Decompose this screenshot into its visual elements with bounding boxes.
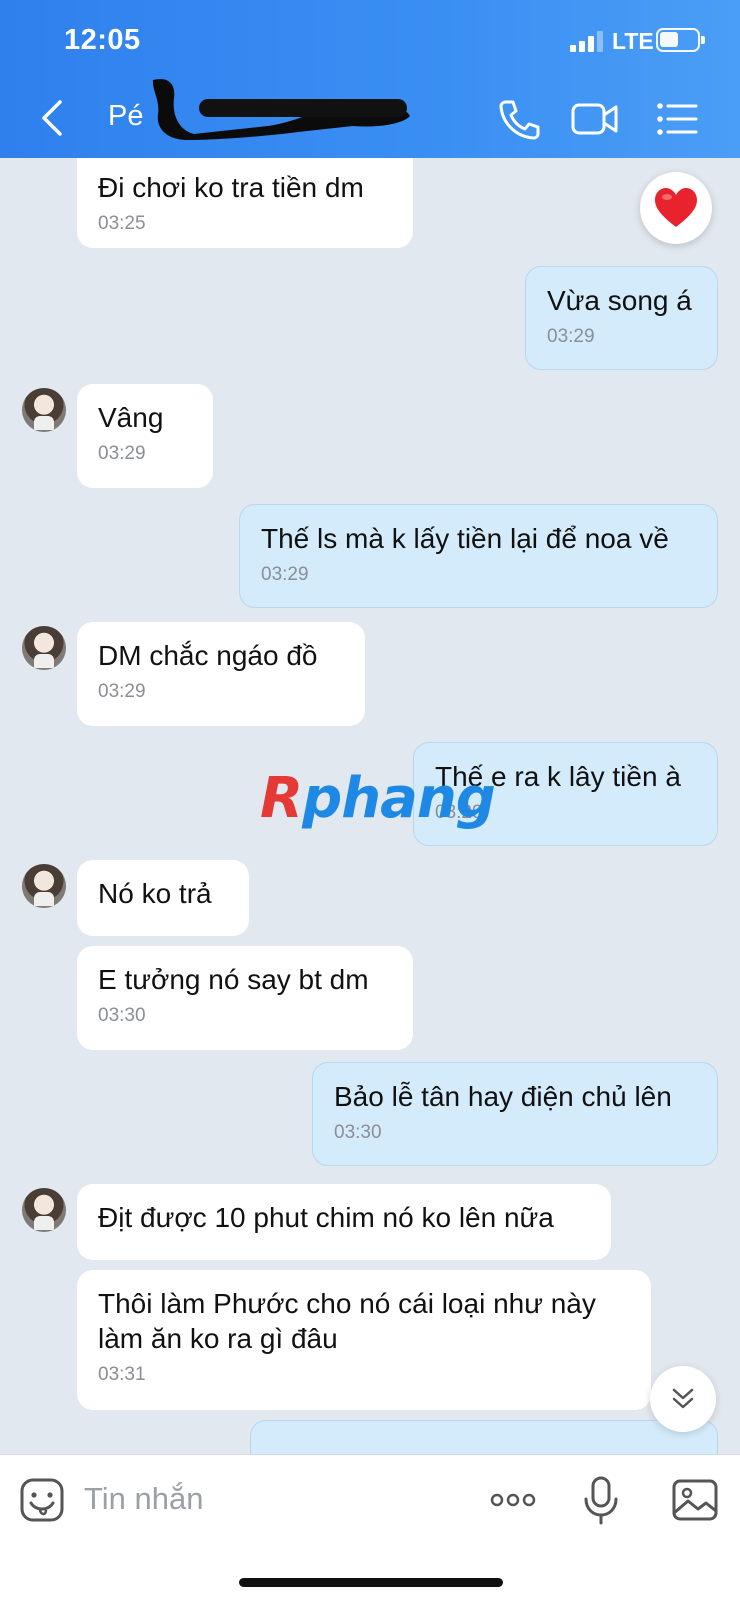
message-bubble-incoming[interactable]: Đi chơi ko tra tiền dm 03:25 <box>77 158 413 248</box>
more-button[interactable] <box>488 1475 538 1525</box>
avatar[interactable] <box>22 388 66 432</box>
avatar[interactable] <box>22 864 66 908</box>
watermark-logo: Rphang <box>260 766 496 831</box>
home-indicator[interactable] <box>239 1578 503 1587</box>
message-text: Thôi làm Phước cho nó cái loại như này l… <box>98 1288 596 1354</box>
avatar[interactable] <box>22 1188 66 1232</box>
message-bubble-incoming[interactable]: DM chắc ngáo đồ 03:29 <box>77 622 365 726</box>
message-time: 03:30 <box>98 1005 146 1026</box>
message-time: 03:29 <box>547 326 595 347</box>
message-text: DM chắc ngáo đồ <box>98 640 318 671</box>
network-label: LTE <box>612 28 654 54</box>
message-time: 03:30 <box>334 1122 382 1143</box>
message-text: Vừa song á <box>547 285 692 316</box>
message-bubble-incoming[interactable]: Thôi làm Phước cho nó cái loại như này l… <box>77 1270 651 1410</box>
battery-icon <box>656 28 705 52</box>
message-text: Bảo lễ tân hay điện chủ lên <box>334 1081 672 1112</box>
message-time: 03:25 <box>98 213 146 234</box>
reaction-button[interactable] <box>640 172 712 244</box>
message-text: Địt được 10 phut chim nó ko lên nữa <box>98 1202 554 1233</box>
message-bubble-incoming[interactable]: Vâng 03:29 <box>77 384 213 488</box>
message-text: Thế ls mà k lấy tiền lại để noa về <box>261 523 669 554</box>
message-bubble-incoming[interactable]: E tưởng nó say bt dm 03:30 <box>77 946 413 1050</box>
message-text: E tưởng nó say bt dm <box>98 964 369 995</box>
video-call-button[interactable] <box>570 94 620 144</box>
message-bubble-outgoing[interactable]: Bảo lễ tân hay điện chủ lên 03:30 <box>312 1062 718 1166</box>
message-time: 03:29 <box>98 443 146 464</box>
signal-icon <box>570 30 606 52</box>
message-text: Nó ko trả <box>98 878 212 909</box>
gallery-button[interactable] <box>670 1475 720 1525</box>
message-time: 03:29 <box>261 564 309 585</box>
message-input[interactable]: Tin nhắn <box>84 1477 464 1521</box>
avatar[interactable] <box>22 626 66 670</box>
message-text: Đi chơi ko tra tiền dm <box>98 172 364 203</box>
contact-name[interactable]: Pé <box>108 100 143 133</box>
sticker-button[interactable] <box>18 1475 68 1525</box>
microphone-button[interactable] <box>576 1475 626 1525</box>
heart-icon <box>655 188 697 227</box>
chat-header: 12:05 LTE Pé <box>0 0 740 158</box>
chevron-down-double-icon <box>672 1388 694 1409</box>
message-bubble-outgoing[interactable]: Thế ls mà k lấy tiền lại để noa về 03:29 <box>239 504 718 608</box>
scroll-to-bottom-button[interactable] <box>650 1366 716 1432</box>
redaction-scribble <box>152 78 410 140</box>
message-time: 03:31 <box>98 1364 146 1385</box>
status-time: 12:05 <box>64 24 141 56</box>
message-bubble-incoming[interactable]: Nó ko trả <box>77 860 249 936</box>
message-text: Vâng <box>98 402 164 433</box>
menu-button[interactable] <box>652 94 702 144</box>
message-bubble-incoming[interactable]: Địt được 10 phut chim nó ko lên nữa <box>77 1184 611 1260</box>
message-bubble-outgoing[interactable]: Vừa song á 03:29 <box>525 266 718 370</box>
message-time: 03:29 <box>98 681 146 702</box>
back-button[interactable] <box>36 96 70 140</box>
message-bubble-outgoing-partial[interactable] <box>250 1420 718 1454</box>
call-button[interactable] <box>494 94 544 144</box>
